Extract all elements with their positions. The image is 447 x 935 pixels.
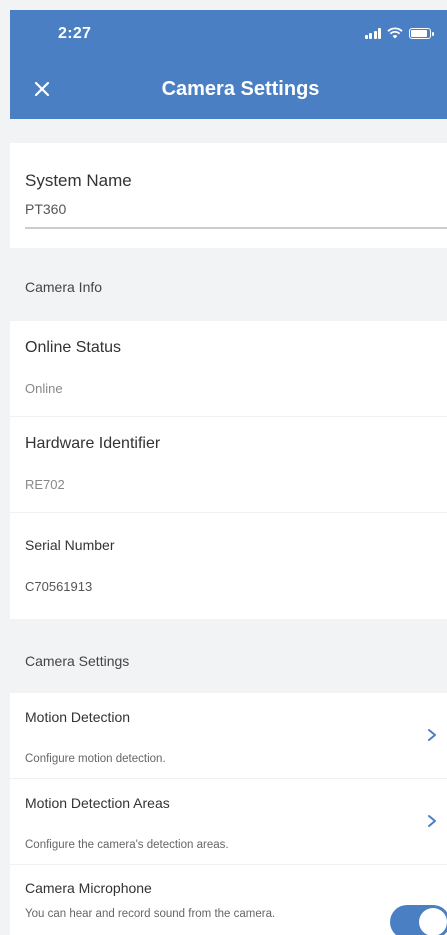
wifi-icon <box>387 27 403 39</box>
chevron-right-icon <box>428 815 436 827</box>
toggle-knob <box>419 908 447 935</box>
hardware-identifier-label: Hardware Identifier <box>25 435 161 452</box>
motion-detection-areas-description: Configure the camera's detection areas. <box>25 839 229 851</box>
online-status-label: Online Status <box>25 339 122 356</box>
camera-microphone-label: Camera Microphone <box>25 880 152 896</box>
nav-bar: Camera Settings <box>10 65 447 115</box>
camera-microphone-row: Camera Microphone You can hear and recor… <box>10 865 447 935</box>
motion-detection-areas-label: Motion Detection Areas <box>25 795 170 811</box>
status-icons <box>364 27 434 39</box>
screen: 2:27 Camera Settings System Name PT360 C… <box>10 10 447 935</box>
system-name-value[interactable]: PT360 <box>25 201 447 217</box>
online-status-value: Online <box>25 381 63 396</box>
section-header-camera-info: Camera Info <box>10 248 447 321</box>
system-name-field[interactable]: System Name PT360 <box>10 143 447 248</box>
section-header-camera-settings: Camera Settings <box>10 619 447 693</box>
app-header: 2:27 Camera Settings <box>10 10 447 119</box>
chevron-right-icon <box>428 729 436 741</box>
status-time: 2:27 <box>58 25 92 42</box>
field-underline <box>25 227 447 229</box>
camera-microphone-toggle[interactable] <box>390 905 447 935</box>
serial-number-value: C70561913 <box>25 579 93 594</box>
serial-number-row: Serial Number C70561913 <box>10 513 447 619</box>
spacer <box>10 119 447 143</box>
battery-icon <box>409 28 434 39</box>
motion-detection-row[interactable]: Motion Detection Configure motion detect… <box>10 693 447 779</box>
page-title: Camera Settings <box>161 78 320 100</box>
serial-number-label: Serial Number <box>25 537 115 553</box>
motion-detection-description: Configure motion detection. <box>25 753 166 765</box>
motion-detection-label: Motion Detection <box>25 709 131 725</box>
hardware-identifier-row: Hardware Identifier RE702 <box>10 417 447 513</box>
status-bar: 2:27 <box>10 10 447 60</box>
camera-microphone-description: You can hear and record sound from the c… <box>25 908 276 920</box>
motion-detection-areas-row[interactable]: Motion Detection Areas Configure the cam… <box>10 779 447 865</box>
battery-level <box>411 30 428 37</box>
hardware-identifier-value: RE702 <box>25 477 65 492</box>
system-name-label: System Name <box>25 171 132 190</box>
signal-icon <box>364 28 381 39</box>
online-status-row: Online Status Online <box>10 321 447 417</box>
